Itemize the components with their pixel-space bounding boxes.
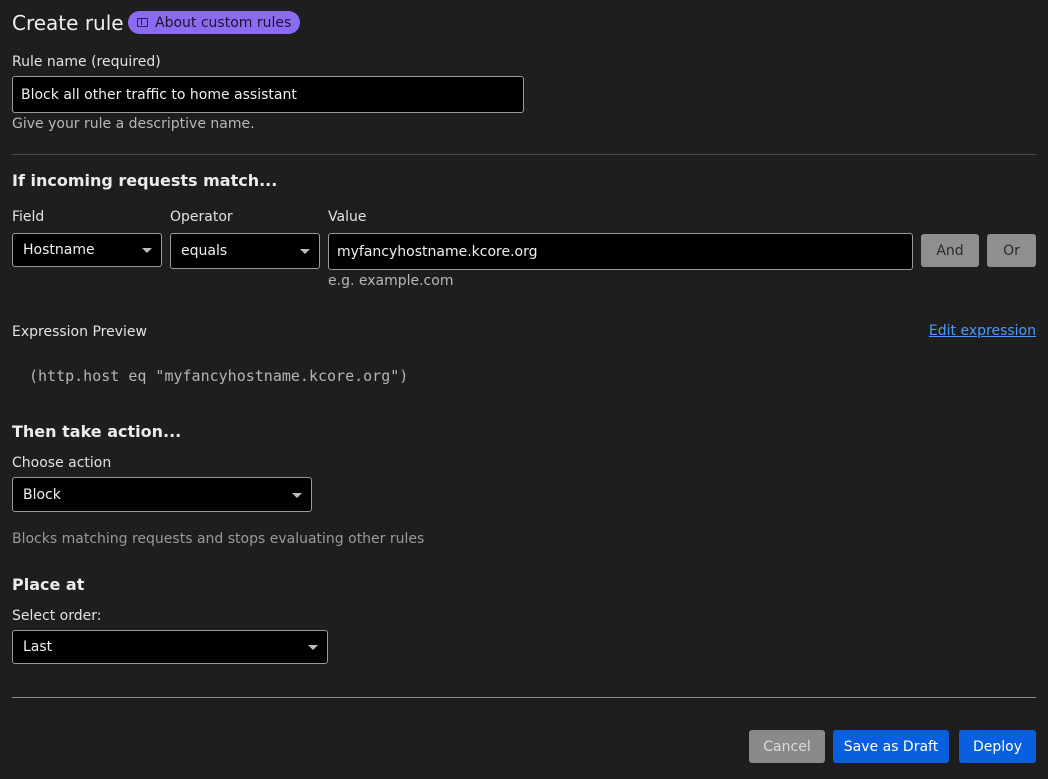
edit-expression-link[interactable]: Edit expression xyxy=(929,323,1036,339)
chevron-down-icon xyxy=(142,248,152,253)
select-order-label: Select order: xyxy=(12,608,102,624)
cancel-button[interactable]: Cancel xyxy=(749,730,825,763)
operator-select[interactable]: equals xyxy=(170,233,320,269)
place-section-title: Place at xyxy=(12,575,85,594)
field-select[interactable]: Hostname xyxy=(12,233,162,267)
value-label: Value xyxy=(328,209,367,225)
about-custom-rules-link[interactable]: About custom rules xyxy=(128,11,301,34)
value-hint: e.g. example.com xyxy=(328,273,454,289)
page-title: Create rule xyxy=(12,11,124,35)
save-as-draft-button[interactable]: Save as Draft xyxy=(833,730,949,763)
order-select-value: Last xyxy=(23,639,53,655)
or-button[interactable]: Or xyxy=(987,234,1036,267)
and-button[interactable]: And xyxy=(921,234,979,267)
chevron-down-icon xyxy=(292,492,302,498)
action-description: Blocks matching requests and stops evalu… xyxy=(12,531,425,547)
field-select-value: Hostname xyxy=(23,242,95,258)
operator-label: Operator xyxy=(170,209,233,225)
chevron-down-icon xyxy=(300,249,310,254)
order-select[interactable]: Last xyxy=(12,630,328,664)
rule-name-label: Rule name (required) xyxy=(12,54,161,70)
rule-name-hint: Give your rule a descriptive name. xyxy=(12,116,255,132)
value-input[interactable] xyxy=(328,233,913,270)
match-section-title: If incoming requests match... xyxy=(12,171,278,190)
about-custom-rules-label: About custom rules xyxy=(155,14,292,31)
action-select[interactable]: Block xyxy=(12,477,312,512)
chevron-down-icon xyxy=(308,645,318,650)
action-select-value: Block xyxy=(23,486,61,503)
operator-select-value: equals xyxy=(181,243,228,259)
field-label: Field xyxy=(12,209,45,225)
deploy-button[interactable]: Deploy xyxy=(959,730,1036,763)
section-divider xyxy=(12,154,1036,155)
book-icon xyxy=(137,18,148,27)
expression-preview-code: (http.host eq "myfancyhostname.kcore.org… xyxy=(29,367,409,385)
footer-divider xyxy=(12,697,1036,698)
action-section-title: Then take action... xyxy=(12,422,182,441)
rule-name-input[interactable] xyxy=(12,76,524,113)
expression-preview-label: Expression Preview xyxy=(12,324,147,340)
choose-action-label: Choose action xyxy=(12,455,112,471)
